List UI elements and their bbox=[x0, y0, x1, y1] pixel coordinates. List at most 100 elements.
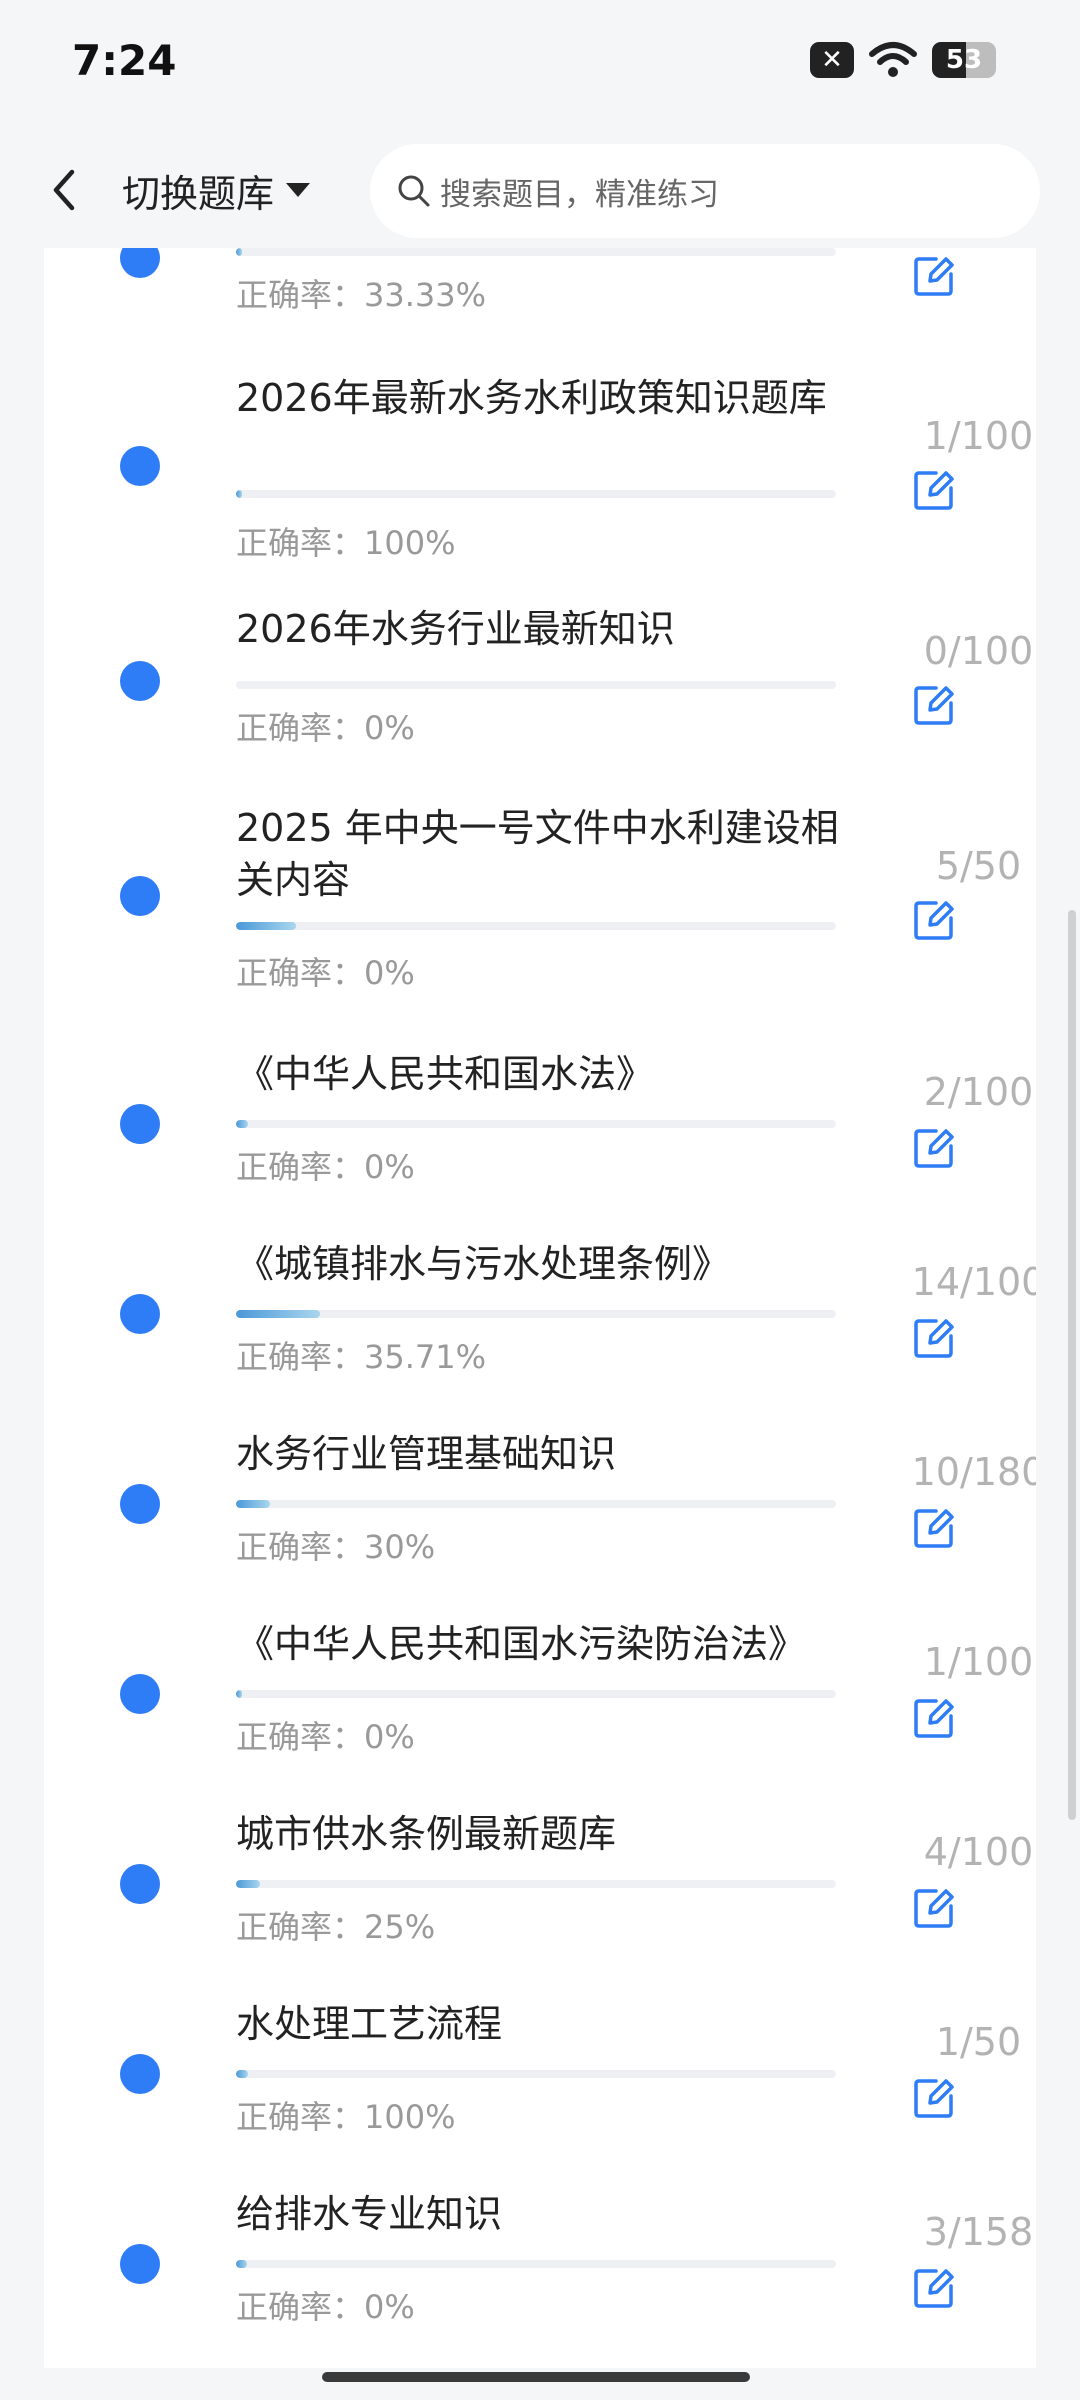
list-item[interactable]: 2026年最新水务水利政策知识题库 正确率：100% 1/100 bbox=[44, 368, 1036, 562]
list-item[interactable]: 水处理工艺流程 正确率：100% 1/50 bbox=[44, 1978, 1036, 2158]
progress-count: 1/100 bbox=[923, 414, 1034, 458]
accuracy-text: 正确率：0% bbox=[236, 1148, 415, 1186]
progress-fill bbox=[236, 1310, 320, 1318]
status-dot bbox=[120, 1484, 160, 1524]
status-dot bbox=[120, 1294, 160, 1334]
list-item[interactable]: 水务行业管理基础知识 正确率：30% 10/180 bbox=[44, 1408, 1036, 1588]
notification-icon: ✕ bbox=[810, 42, 854, 78]
progress-count: 10/180 bbox=[911, 1450, 1036, 1494]
bank-title: 《中华人民共和国水法》 bbox=[236, 1052, 655, 1096]
search-placeholder: 搜索题目，精准练习 bbox=[440, 176, 719, 213]
status-dot bbox=[120, 1674, 160, 1714]
edit-icon[interactable] bbox=[912, 1316, 956, 1360]
progress-fill bbox=[236, 1120, 248, 1128]
list-item[interactable]: 2026年水务行业最新知识 正确率：0% 0/100 bbox=[44, 603, 1036, 783]
accuracy-text: 正确率：0% bbox=[236, 2288, 415, 2326]
edit-icon[interactable] bbox=[912, 898, 956, 942]
caret-down-icon bbox=[286, 183, 311, 197]
list-item[interactable]: 《中华人民共和国水污染防治法》 正确率：0% 1/100 bbox=[44, 1598, 1036, 1778]
bank-title: 给排水专业知识 bbox=[236, 2192, 503, 2236]
search-input[interactable]: 搜索题目，精准练习 bbox=[370, 144, 1040, 238]
progress-fill bbox=[236, 2070, 248, 2078]
progress-fill bbox=[236, 922, 296, 930]
status-dot bbox=[120, 248, 160, 278]
top-bar: 切换题库 搜索题目，精准练习 bbox=[0, 130, 1080, 250]
switch-bank-dropdown[interactable]: 切换题库 bbox=[122, 160, 312, 220]
accuracy-text: 正确率：25% bbox=[236, 1908, 436, 1946]
bank-title: 水处理工艺流程 bbox=[236, 2002, 503, 2046]
accuracy-text: 正确率：30% bbox=[236, 1528, 436, 1566]
status-dot bbox=[120, 2244, 160, 2284]
progress-fill bbox=[236, 248, 242, 256]
accuracy-text: 正确率：100% bbox=[236, 2098, 456, 2136]
progress-bar bbox=[236, 1120, 836, 1128]
back-icon[interactable] bbox=[44, 160, 84, 220]
accuracy-text: 正确率：0% bbox=[236, 1718, 415, 1756]
edit-icon[interactable] bbox=[912, 1696, 956, 1740]
progress-count: 4/100 bbox=[923, 1830, 1034, 1874]
edit-icon[interactable] bbox=[912, 1506, 956, 1550]
bank-title: 2026年最新水务水利政策知识题库 bbox=[236, 376, 827, 420]
status-dot bbox=[120, 2054, 160, 2094]
edit-icon[interactable] bbox=[912, 683, 956, 727]
accuracy-text: 正确率：0% bbox=[236, 709, 415, 747]
accuracy-text: 正确率：0% bbox=[236, 954, 415, 992]
edit-icon[interactable] bbox=[912, 1886, 956, 1930]
switch-bank-label: 切换题库 bbox=[122, 171, 275, 216]
status-time: 7:24 bbox=[72, 36, 177, 85]
progress-bar bbox=[236, 490, 836, 498]
status-bar: 7:24 ✕ 53 bbox=[0, 0, 1080, 130]
progress-bar bbox=[236, 2070, 836, 2078]
progress-count: 3/158 bbox=[923, 2210, 1034, 2254]
status-dot bbox=[120, 1864, 160, 1904]
battery-icon: 53 bbox=[932, 42, 996, 78]
wifi-icon bbox=[869, 42, 917, 77]
scrollbar[interactable] bbox=[1068, 910, 1076, 1820]
bank-title: 城市供水条例最新题库 bbox=[236, 1812, 617, 1856]
status-dot bbox=[120, 876, 160, 916]
progress-bar bbox=[236, 2260, 836, 2268]
edit-icon[interactable] bbox=[912, 254, 956, 298]
bank-title: 2026年水务行业最新知识 bbox=[236, 607, 675, 651]
progress-fill bbox=[236, 2260, 248, 2268]
progress-bar bbox=[236, 248, 836, 256]
list-item[interactable]: 2025 年中央一号文件中水利建设相关内容 正确率：0% 5/50 bbox=[44, 798, 1036, 998]
progress-fill bbox=[236, 1690, 242, 1698]
search-icon bbox=[398, 175, 430, 207]
progress-fill bbox=[236, 490, 242, 498]
edit-icon[interactable] bbox=[912, 2266, 956, 2310]
bank-title: 《城镇排水与污水处理条例》 bbox=[236, 1242, 731, 1286]
progress-count: 1/50 bbox=[935, 2020, 1022, 2064]
progress-bar bbox=[236, 1690, 836, 1698]
edit-icon[interactable] bbox=[912, 1126, 956, 1170]
accuracy-text: 正确率：100% bbox=[236, 524, 456, 562]
progress-count: 2/100 bbox=[923, 1070, 1034, 1114]
status-dot bbox=[120, 661, 160, 701]
list-item[interactable]: 《中华人民共和国水法》 正确率：0% 2/100 bbox=[44, 1028, 1036, 1208]
home-indicator[interactable] bbox=[322, 2372, 750, 2382]
progress-bar bbox=[236, 922, 836, 930]
bank-title: 2025 年中央一号文件中水利建设相关内容 bbox=[236, 806, 839, 902]
progress-bar bbox=[236, 1310, 836, 1318]
status-icons: ✕ 53 bbox=[810, 40, 996, 80]
bank-title: 水务行业管理基础知识 bbox=[236, 1432, 617, 1476]
question-bank-list: 正确率：33.33% 2026年最新水务水利政策知识题库 正确率：100% 1/… bbox=[44, 248, 1036, 2368]
progress-count: 5/50 bbox=[935, 844, 1022, 888]
list-item[interactable]: 城市供水条例最新题库 正确率：25% 4/100 bbox=[44, 1788, 1036, 1968]
list-item[interactable]: 《城镇排水与污水处理条例》 正确率：35.71% 14/100 bbox=[44, 1218, 1036, 1398]
status-dot bbox=[120, 446, 160, 486]
edit-icon[interactable] bbox=[912, 2076, 956, 2120]
bank-title: 《中华人民共和国水污染防治法》 bbox=[236, 1622, 807, 1666]
progress-bar bbox=[236, 1880, 836, 1888]
progress-count: 1/100 bbox=[923, 1640, 1034, 1684]
progress-count: 0/100 bbox=[923, 629, 1034, 673]
list-item[interactable]: 给排水专业知识 正确率：0% 3/158 bbox=[44, 2168, 1036, 2358]
accuracy-text: 正确率：33.33% bbox=[236, 276, 487, 314]
edit-icon[interactable] bbox=[912, 468, 956, 512]
progress-bar bbox=[236, 1500, 836, 1508]
status-dot bbox=[120, 1104, 160, 1144]
progress-bar bbox=[236, 681, 836, 689]
accuracy-text: 正确率：35.71% bbox=[236, 1338, 487, 1376]
progress-count: 14/100 bbox=[911, 1260, 1036, 1304]
progress-fill bbox=[236, 1500, 270, 1508]
